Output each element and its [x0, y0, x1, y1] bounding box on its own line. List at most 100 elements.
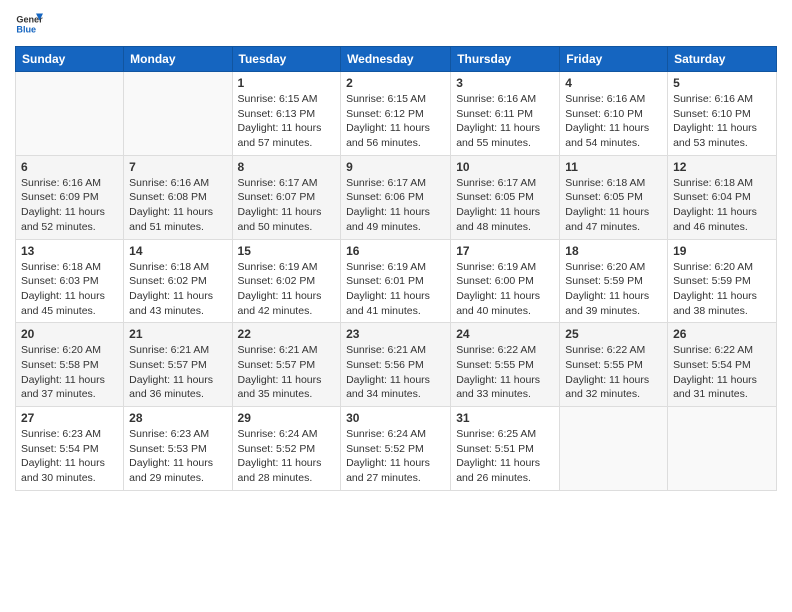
day-number: 24 — [456, 327, 554, 341]
calendar-day-cell: 31 Sunrise: 6:25 AMSunset: 5:51 PMDayligh… — [451, 407, 560, 491]
day-number: 7 — [129, 160, 226, 174]
weekday-header-tuesday: Tuesday — [232, 47, 341, 72]
day-number: 12 — [673, 160, 771, 174]
calendar-day-cell: 26 Sunrise: 6:22 AMSunset: 5:54 PMDayligh… — [668, 323, 777, 407]
calendar-week-row: 20 Sunrise: 6:20 AMSunset: 5:58 PMDayligh… — [16, 323, 777, 407]
day-number: 28 — [129, 411, 226, 425]
calendar-day-cell: 9 Sunrise: 6:17 AMSunset: 6:06 PMDaylight… — [341, 155, 451, 239]
calendar-day-cell: 5Sunrise: 6:16 AMSunset: 6:10 PMDaylight… — [668, 72, 777, 156]
day-number: 16 — [346, 244, 445, 258]
calendar-day-cell: 6 Sunrise: 6:16 AMSunset: 6:09 PMDaylight… — [16, 155, 124, 239]
calendar-day-cell — [16, 72, 124, 156]
weekday-header-row: SundayMondayTuesdayWednesdayThursdayFrid… — [16, 47, 777, 72]
day-info: Sunrise: 6:16 AMSunset: 6:10 PMDaylight:… — [565, 92, 662, 151]
day-info: Sunrise: 6:19 AMSunset: 6:00 PMDaylight:… — [456, 260, 554, 319]
calendar-table: SundayMondayTuesdayWednesdayThursdayFrid… — [15, 46, 777, 491]
day-number: 31 — [456, 411, 554, 425]
day-number: 8 — [238, 160, 336, 174]
day-info: Sunrise: 6:17 AMSunset: 6:05 PMDaylight:… — [456, 176, 554, 235]
day-number: 20 — [21, 327, 118, 341]
calendar-day-cell: 21 Sunrise: 6:21 AMSunset: 5:57 PMDayligh… — [124, 323, 232, 407]
calendar-day-cell: 25 Sunrise: 6:22 AMSunset: 5:55 PMDayligh… — [560, 323, 668, 407]
day-number: 10 — [456, 160, 554, 174]
calendar-day-cell — [560, 407, 668, 491]
day-info: Sunrise: 6:17 AMSunset: 6:07 PMDaylight:… — [238, 176, 336, 235]
day-number: 17 — [456, 244, 554, 258]
svg-text:Blue: Blue — [16, 24, 36, 34]
calendar-day-cell: 13 Sunrise: 6:18 AMSunset: 6:03 PMDayligh… — [16, 239, 124, 323]
day-number: 18 — [565, 244, 662, 258]
day-info: Sunrise: 6:24 AMSunset: 5:52 PMDaylight:… — [238, 427, 336, 486]
calendar-day-cell: 23Sunrise: 6:21 AMSunset: 5:56 PMDayligh… — [341, 323, 451, 407]
day-info: Sunrise: 6:24 AMSunset: 5:52 PMDaylight:… — [346, 427, 445, 486]
calendar-day-cell: 10 Sunrise: 6:17 AMSunset: 6:05 PMDayligh… — [451, 155, 560, 239]
day-info: Sunrise: 6:17 AMSunset: 6:06 PMDaylight:… — [346, 176, 445, 235]
day-number: 6 — [21, 160, 118, 174]
day-number: 1 — [238, 76, 336, 90]
day-info: Sunrise: 6:23 AMSunset: 5:53 PMDaylight:… — [129, 427, 226, 486]
day-info: Sunrise: 6:16 AMSunset: 6:10 PMDaylight:… — [673, 92, 771, 151]
calendar-week-row: 6 Sunrise: 6:16 AMSunset: 6:09 PMDaylight… — [16, 155, 777, 239]
day-info: Sunrise: 6:16 AMSunset: 6:09 PMDaylight:… — [21, 176, 118, 235]
calendar-day-cell: 2 Sunrise: 6:15 AMSunset: 6:12 PMDaylight… — [341, 72, 451, 156]
day-info: Sunrise: 6:16 AMSunset: 6:11 PMDaylight:… — [456, 92, 554, 151]
day-info: Sunrise: 6:18 AMSunset: 6:04 PMDaylight:… — [673, 176, 771, 235]
calendar-day-cell: 4 Sunrise: 6:16 AMSunset: 6:10 PMDaylight… — [560, 72, 668, 156]
calendar-day-cell: 15 Sunrise: 6:19 AMSunset: 6:02 PMDayligh… — [232, 239, 341, 323]
calendar-day-cell: 18 Sunrise: 6:20 AMSunset: 5:59 PMDayligh… — [560, 239, 668, 323]
day-number: 21 — [129, 327, 226, 341]
page: General Blue SundayMondayTuesdayWednesda… — [0, 0, 792, 612]
day-number: 26 — [673, 327, 771, 341]
day-number: 11 — [565, 160, 662, 174]
day-info: Sunrise: 6:18 AMSunset: 6:02 PMDaylight:… — [129, 260, 226, 319]
day-info: Sunrise: 6:22 AMSunset: 5:54 PMDaylight:… — [673, 343, 771, 402]
calendar-week-row: 27 Sunrise: 6:23 AMSunset: 5:54 PMDayligh… — [16, 407, 777, 491]
day-number: 27 — [21, 411, 118, 425]
weekday-header-sunday: Sunday — [16, 47, 124, 72]
calendar-day-cell: 12 Sunrise: 6:18 AMSunset: 6:04 PMDayligh… — [668, 155, 777, 239]
calendar-day-cell: 7 Sunrise: 6:16 AMSunset: 6:08 PMDaylight… — [124, 155, 232, 239]
calendar-day-cell: 20 Sunrise: 6:20 AMSunset: 5:58 PMDayligh… — [16, 323, 124, 407]
day-info: Sunrise: 6:18 AMSunset: 6:03 PMDaylight:… — [21, 260, 118, 319]
day-number: 2 — [346, 76, 445, 90]
day-info: Sunrise: 6:21 AMSunset: 5:57 PMDaylight:… — [238, 343, 336, 402]
calendar-day-cell: 27 Sunrise: 6:23 AMSunset: 5:54 PMDayligh… — [16, 407, 124, 491]
day-info: Sunrise: 6:15 AMSunset: 6:12 PMDaylight:… — [346, 92, 445, 151]
day-info: Sunrise: 6:21 AMSunset: 5:56 PMDaylight:… — [346, 343, 445, 402]
calendar-day-cell: 11Sunrise: 6:18 AMSunset: 6:05 PMDayligh… — [560, 155, 668, 239]
day-number: 14 — [129, 244, 226, 258]
calendar-day-cell — [124, 72, 232, 156]
day-number: 29 — [238, 411, 336, 425]
calendar-day-cell: 16 Sunrise: 6:19 AMSunset: 6:01 PMDayligh… — [341, 239, 451, 323]
calendar-day-cell: 28 Sunrise: 6:23 AMSunset: 5:53 PMDayligh… — [124, 407, 232, 491]
day-info: Sunrise: 6:19 AMSunset: 6:02 PMDaylight:… — [238, 260, 336, 319]
day-number: 15 — [238, 244, 336, 258]
day-info: Sunrise: 6:20 AMSunset: 5:59 PMDaylight:… — [565, 260, 662, 319]
calendar-day-cell: 22Sunrise: 6:21 AMSunset: 5:57 PMDayligh… — [232, 323, 341, 407]
day-info: Sunrise: 6:16 AMSunset: 6:08 PMDaylight:… — [129, 176, 226, 235]
day-info: Sunrise: 6:20 AMSunset: 5:59 PMDaylight:… — [673, 260, 771, 319]
calendar-day-cell: 19 Sunrise: 6:20 AMSunset: 5:59 PMDayligh… — [668, 239, 777, 323]
calendar-day-cell: 29 Sunrise: 6:24 AMSunset: 5:52 PMDayligh… — [232, 407, 341, 491]
calendar-week-row: 13 Sunrise: 6:18 AMSunset: 6:03 PMDayligh… — [16, 239, 777, 323]
day-info: Sunrise: 6:25 AMSunset: 5:51 PMDaylight:… — [456, 427, 554, 486]
weekday-header-monday: Monday — [124, 47, 232, 72]
day-number: 13 — [21, 244, 118, 258]
day-info: Sunrise: 6:21 AMSunset: 5:57 PMDaylight:… — [129, 343, 226, 402]
day-number: 4 — [565, 76, 662, 90]
weekday-header-saturday: Saturday — [668, 47, 777, 72]
calendar-day-cell: 14 Sunrise: 6:18 AMSunset: 6:02 PMDayligh… — [124, 239, 232, 323]
weekday-header-friday: Friday — [560, 47, 668, 72]
logo-icon: General Blue — [15, 10, 43, 38]
day-number: 3 — [456, 76, 554, 90]
weekday-header-wednesday: Wednesday — [341, 47, 451, 72]
day-info: Sunrise: 6:20 AMSunset: 5:58 PMDaylight:… — [21, 343, 118, 402]
day-info: Sunrise: 6:19 AMSunset: 6:01 PMDaylight:… — [346, 260, 445, 319]
day-number: 25 — [565, 327, 662, 341]
day-number: 9 — [346, 160, 445, 174]
calendar-day-cell: 17 Sunrise: 6:19 AMSunset: 6:00 PMDayligh… — [451, 239, 560, 323]
day-info: Sunrise: 6:22 AMSunset: 5:55 PMDaylight:… — [565, 343, 662, 402]
day-number: 19 — [673, 244, 771, 258]
day-info: Sunrise: 6:23 AMSunset: 5:54 PMDaylight:… — [21, 427, 118, 486]
day-info: Sunrise: 6:15 AMSunset: 6:13 PMDaylight:… — [238, 92, 336, 151]
